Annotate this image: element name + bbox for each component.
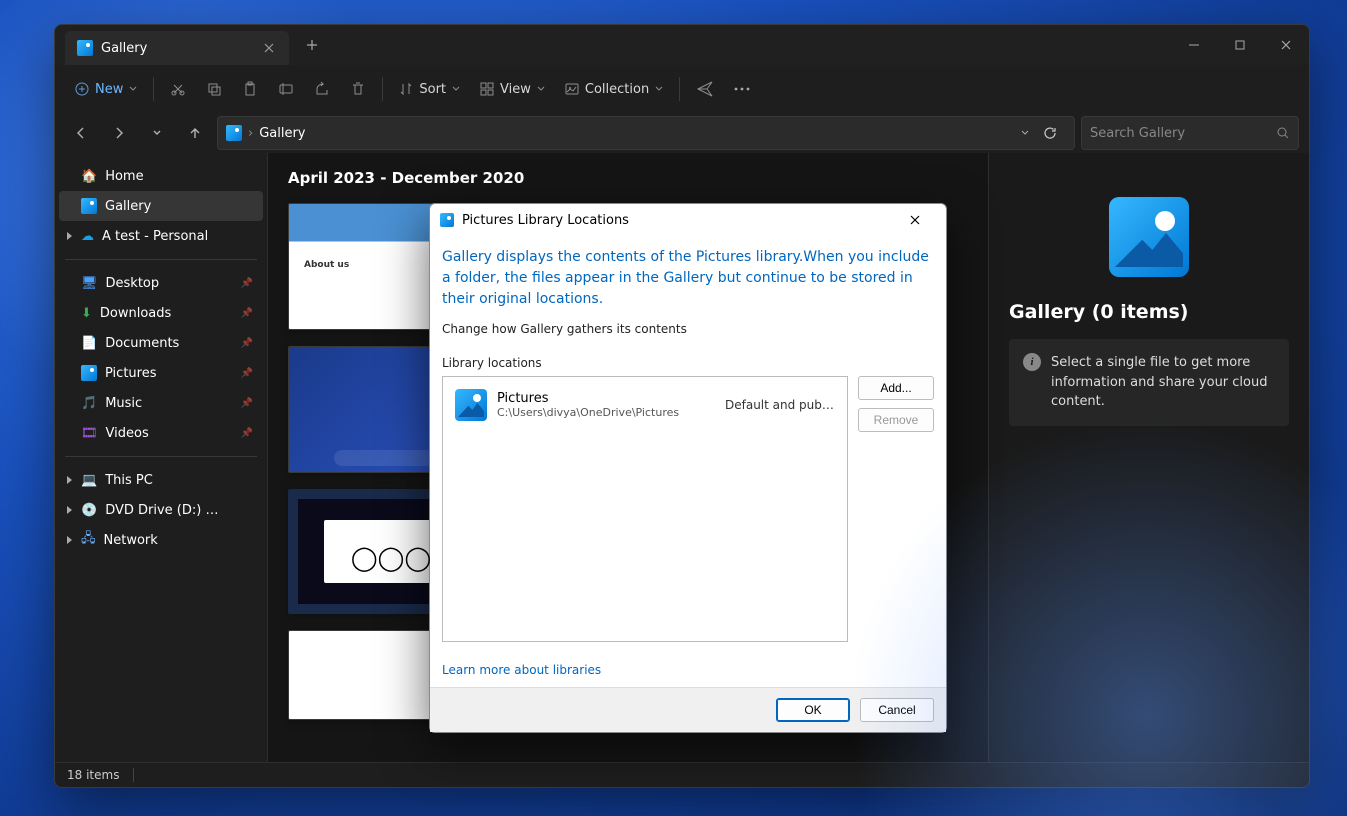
pin-icon: 📌	[241, 278, 253, 289]
forward-button[interactable]	[103, 117, 135, 149]
back-button[interactable]	[65, 117, 97, 149]
recent-dropdown[interactable]	[141, 117, 173, 149]
status-bar: 18 items	[55, 762, 1309, 787]
cancel-button[interactable]: Cancel	[860, 698, 934, 722]
search-input[interactable]: Search Gallery	[1081, 116, 1299, 150]
location-path: C:\Users\divya\OneDrive\Pictures	[497, 406, 715, 419]
library-locations-list[interactable]: Pictures C:\Users\divya\OneDrive\Picture…	[442, 376, 848, 642]
sidebar: 🏠Home Gallery ☁A test - Personal 🖥Deskto…	[55, 153, 268, 762]
refresh-button[interactable]	[1034, 117, 1066, 149]
sidebar-item-videos[interactable]: 🎞Videos📌	[59, 418, 263, 448]
details-title: Gallery (0 items)	[1009, 301, 1189, 323]
pin-icon: 📌	[241, 308, 253, 319]
up-button[interactable]	[179, 117, 211, 149]
dialog-title: Pictures Library Locations	[462, 213, 629, 228]
sidebar-item-personal[interactable]: ☁A test - Personal	[59, 221, 263, 251]
sidebar-item-gallery[interactable]: Gallery	[59, 191, 263, 221]
send-button[interactable]	[688, 73, 722, 105]
gallery-icon	[77, 40, 93, 56]
address-bar[interactable]: › Gallery	[217, 116, 1075, 150]
toolbar: New Sort View Collection	[55, 65, 1309, 113]
content-heading: April 2023 - December 2020	[288, 169, 968, 187]
tab-title: Gallery	[101, 41, 147, 56]
disk-icon: 💿	[81, 503, 97, 518]
location-default: Default and public s...	[725, 398, 835, 412]
videos-icon: 🎞	[81, 426, 98, 441]
view-button[interactable]: View	[472, 73, 553, 105]
pictures-icon	[455, 389, 487, 421]
gallery-large-icon	[1109, 197, 1189, 277]
details-pane: Gallery (0 items) i Select a single file…	[988, 153, 1309, 762]
dialog-subtext: Change how Gallery gathers its contents	[442, 322, 934, 336]
search-placeholder: Search Gallery	[1090, 126, 1270, 141]
close-button[interactable]	[1263, 25, 1309, 65]
info-icon: i	[1023, 353, 1041, 371]
dialog-intro: Gallery displays the contents of the Pic…	[442, 247, 934, 310]
sidebar-item-home[interactable]: 🏠Home	[59, 161, 263, 191]
music-icon: 🎵	[81, 396, 97, 411]
chevron-down-icon[interactable]	[1020, 128, 1030, 138]
sidebar-item-desktop[interactable]: 🖥Desktop📌	[59, 268, 263, 298]
gallery-icon	[226, 125, 242, 141]
address-bar-row: › Gallery Search Gallery	[55, 113, 1309, 153]
add-button[interactable]: Add...	[858, 376, 934, 400]
pin-icon: 📌	[241, 428, 253, 439]
sidebar-item-music[interactable]: 🎵Music📌	[59, 388, 263, 418]
location-item[interactable]: Pictures C:\Users\divya\OneDrive\Picture…	[449, 383, 841, 427]
pc-icon: 💻	[81, 473, 97, 488]
sidebar-item-downloads[interactable]: ⬇Downloads📌	[59, 298, 263, 328]
pin-icon: 📌	[241, 368, 253, 379]
sidebar-item-network[interactable]: 🖧Network	[59, 525, 263, 555]
rename-button[interactable]	[270, 73, 302, 105]
learn-more-link[interactable]: Learn more about libraries	[442, 663, 934, 677]
library-locations-dialog: Pictures Library Locations Gallery displ…	[429, 203, 947, 733]
collection-button[interactable]: Collection	[557, 73, 671, 105]
dialog-titlebar: Pictures Library Locations	[430, 204, 946, 237]
ok-button[interactable]: OK	[776, 698, 850, 722]
new-tab-button[interactable]	[297, 30, 327, 60]
dialog-close-button[interactable]	[894, 206, 936, 234]
sidebar-item-documents[interactable]: 📄Documents📌	[59, 328, 263, 358]
share-button[interactable]	[306, 73, 338, 105]
sidebar-item-pictures[interactable]: Pictures📌	[59, 358, 263, 388]
chevron-down-icon	[129, 85, 137, 93]
chevron-down-icon	[655, 85, 663, 93]
more-button[interactable]	[726, 73, 758, 105]
home-icon: 🏠	[81, 169, 97, 184]
pin-icon: 📌	[241, 398, 253, 409]
desktop-icon: 🖥	[81, 276, 98, 291]
dialog-list-label: Library locations	[442, 356, 934, 370]
downloads-icon: ⬇	[81, 306, 92, 321]
network-icon: 🖧	[81, 529, 96, 551]
maximize-button[interactable]	[1217, 25, 1263, 65]
new-button[interactable]: New	[67, 73, 145, 105]
remove-button[interactable]: Remove	[858, 408, 934, 432]
location-name: Pictures	[497, 391, 715, 406]
search-icon	[1276, 126, 1290, 140]
sidebar-item-dvd[interactable]: 💿DVD Drive (D:) CCC	[59, 495, 263, 525]
delete-button[interactable]	[342, 73, 374, 105]
tab-close-button[interactable]	[261, 40, 277, 56]
titlebar: Gallery	[55, 25, 1309, 65]
documents-icon: 📄	[81, 336, 97, 351]
tab-gallery[interactable]: Gallery	[65, 31, 289, 65]
minimize-button[interactable]	[1171, 25, 1217, 65]
copy-button[interactable]	[198, 73, 230, 105]
status-count: 18 items	[67, 768, 119, 782]
sort-button[interactable]: Sort	[391, 73, 468, 105]
cloud-icon: ☁	[81, 229, 94, 244]
cut-button[interactable]	[162, 73, 194, 105]
paste-button[interactable]	[234, 73, 266, 105]
details-hint-card: i Select a single file to get more infor…	[1009, 339, 1289, 426]
chevron-down-icon	[537, 85, 545, 93]
gallery-icon	[81, 198, 97, 214]
gallery-icon	[440, 213, 454, 227]
sidebar-item-thispc[interactable]: 💻This PC	[59, 465, 263, 495]
pictures-icon	[81, 365, 97, 381]
pin-icon: 📌	[241, 338, 253, 349]
breadcrumb-root[interactable]: Gallery	[259, 126, 305, 141]
chevron-down-icon	[452, 85, 460, 93]
